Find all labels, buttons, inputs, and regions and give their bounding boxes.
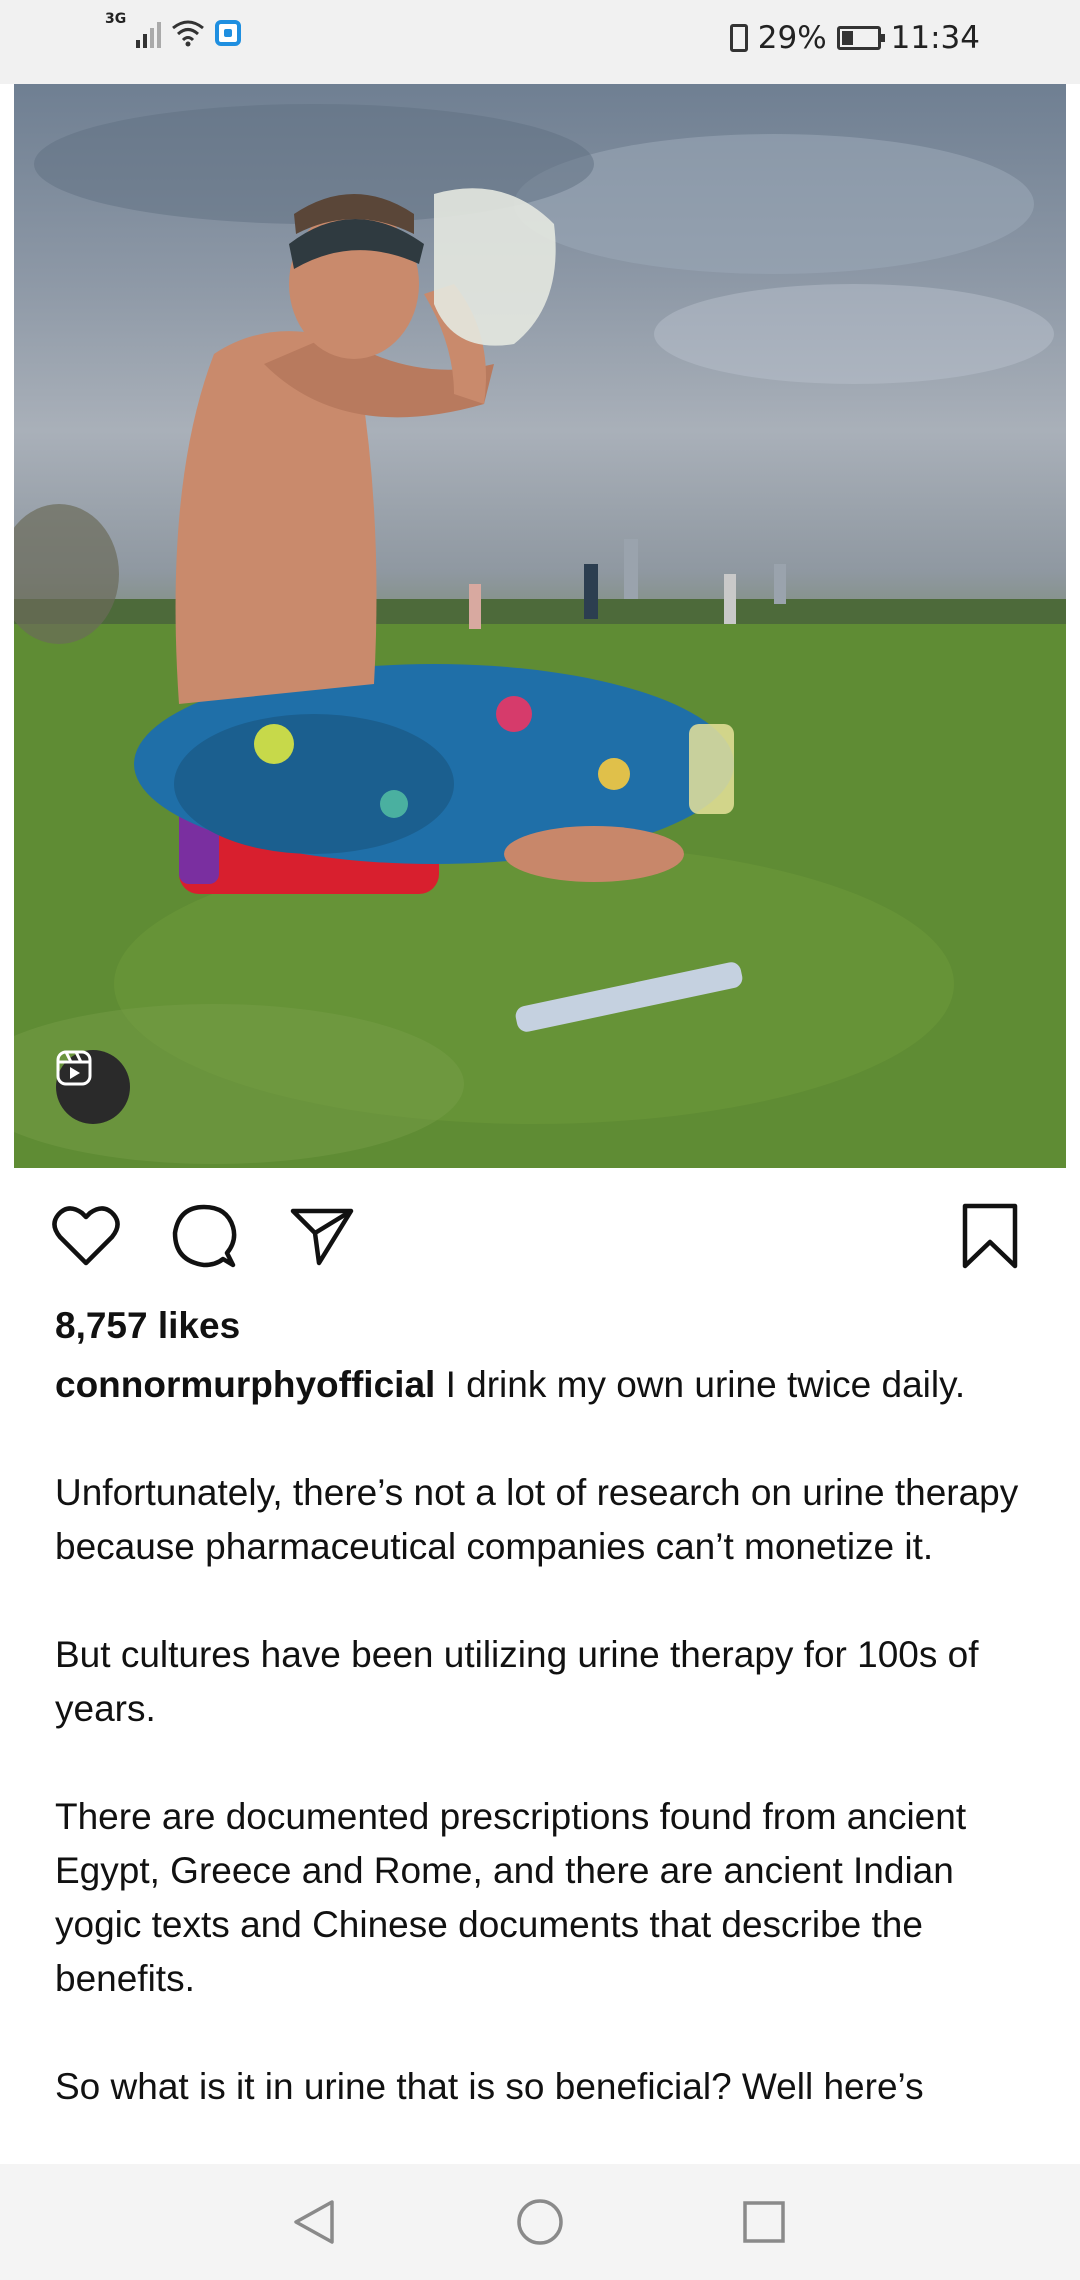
back-button[interactable] [286,2194,342,2250]
heart-icon [52,1206,120,1266]
post-caption: connormurphyofficial I drink my own urin… [55,1358,1045,2168]
comment-icon [172,1204,237,1268]
caption-text: I drink my own urine twice daily. [435,1364,966,1405]
reel-badge[interactable] [56,1050,130,1124]
caption-paragraph: Unfortunately, there’s not a lot of rese… [55,1472,1019,1567]
like-button[interactable] [50,1200,122,1272]
caption-first-line: connormurphyofficial I drink my own urin… [55,1358,1045,1412]
caption-paragraph: So what is it in urine that is so benefi… [55,2066,924,2107]
post-actions [0,1168,1080,1298]
post-photo [14,104,1066,1168]
post-image[interactable] [14,84,1066,1168]
vibrate-icon [729,24,748,52]
share-button[interactable] [286,1200,358,1272]
recents-square-icon [743,2201,785,2243]
wifi-icon [172,20,205,47]
battery-icon [836,26,885,50]
home-circle-icon [517,2199,563,2245]
comment-button[interactable] [168,1200,240,1272]
navigation-bar [0,2164,1080,2280]
app-notification-icon [215,20,242,46]
home-button[interactable] [512,2194,568,2250]
recents-button[interactable] [736,2194,792,2250]
status-right: 29% 11:34 [729,20,980,56]
reel-icon [56,1050,92,1086]
send-icon [290,1208,354,1266]
likes-count[interactable]: 8,757 likes [55,1305,240,1347]
back-triangle-icon [294,2200,334,2244]
battery-percent: 29% [757,20,827,56]
network-type-label: 3G [105,11,127,27]
status-left: 3G [105,11,242,48]
bookmark-icon [962,1203,1018,1269]
caption-paragraph: There are documented prescriptions found… [55,1796,967,1999]
save-button[interactable] [954,1200,1026,1272]
caption-paragraph: But cultures have been utilizing urine t… [55,1634,979,1729]
clock: 11:34 [890,20,980,56]
status-bar: 3G 29% 11:34 [0,0,1080,84]
caption-username[interactable]: connormurphyofficial [55,1364,435,1405]
signal-icon [136,18,162,48]
